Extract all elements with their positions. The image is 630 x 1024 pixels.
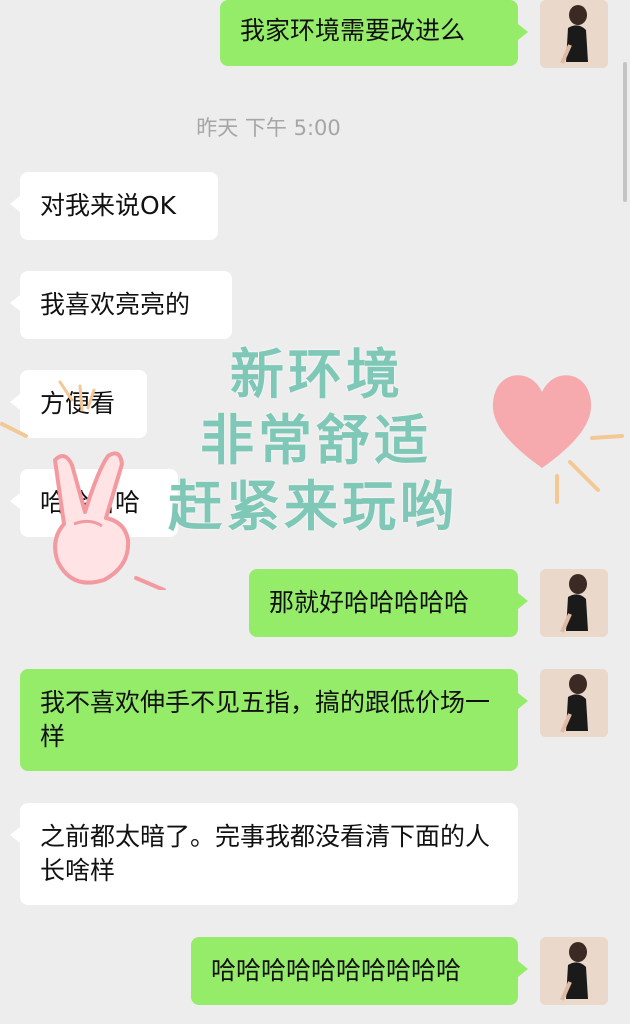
message-text: 方便看 (40, 389, 116, 418)
avatar[interactable] (540, 569, 608, 637)
avatar[interactable] (540, 0, 608, 68)
chat-window: 我家环境需要改进么 昨天 下午 5:00 对我来说OK 我喜欢亮亮的 方便看 哈… (0, 0, 630, 1024)
message-bubble-outgoing[interactable]: 哈哈哈哈哈哈哈哈哈哈 (191, 937, 528, 1005)
message-text: 哈哈哈哈哈哈哈哈哈哈 (211, 956, 462, 985)
avatar[interactable] (540, 669, 608, 737)
message-text: 我家环境需要改进么 (240, 16, 466, 45)
user-avatar-photo-icon (540, 569, 608, 637)
message-bubble-outgoing[interactable]: 我不喜欢伸手不见五指，搞的跟低价场一样 (20, 669, 528, 771)
message-text: 那就好哈哈哈哈哈 (269, 588, 470, 617)
message-bubble-incoming[interactable]: 之前都太暗了。完事我都没看清下面的人长啥样 (10, 803, 518, 905)
user-avatar-photo-icon (540, 0, 608, 68)
user-avatar-photo-icon (540, 937, 608, 1005)
message-bubble-incoming[interactable]: 对我来说OK (10, 172, 218, 240)
user-avatar-photo-icon (540, 669, 608, 737)
message-text: 对我来说OK (40, 191, 177, 220)
message-bubble-incoming[interactable]: 我喜欢亮亮的 (10, 271, 232, 339)
message-bubble-incoming[interactable]: 方便看 (10, 370, 147, 438)
message-bubble-outgoing[interactable]: 我家环境需要改进么 (220, 0, 528, 66)
avatar[interactable] (540, 937, 608, 1005)
message-text: 我不喜欢伸手不见五指，搞的跟低价场一样 (40, 688, 491, 751)
scrollbar[interactable] (623, 62, 627, 202)
message-bubble-incoming[interactable]: 哈哈哈哈 (10, 469, 178, 537)
timestamp: 昨天 下午 5:00 (196, 116, 341, 140)
message-bubble-outgoing[interactable]: 那就好哈哈哈哈哈 (249, 569, 528, 637)
message-text: 之前都太暗了。完事我都没看清下面的人长啥样 (40, 822, 491, 885)
message-text: 我喜欢亮亮的 (40, 290, 191, 319)
message-text: 哈哈哈哈 (40, 488, 141, 517)
